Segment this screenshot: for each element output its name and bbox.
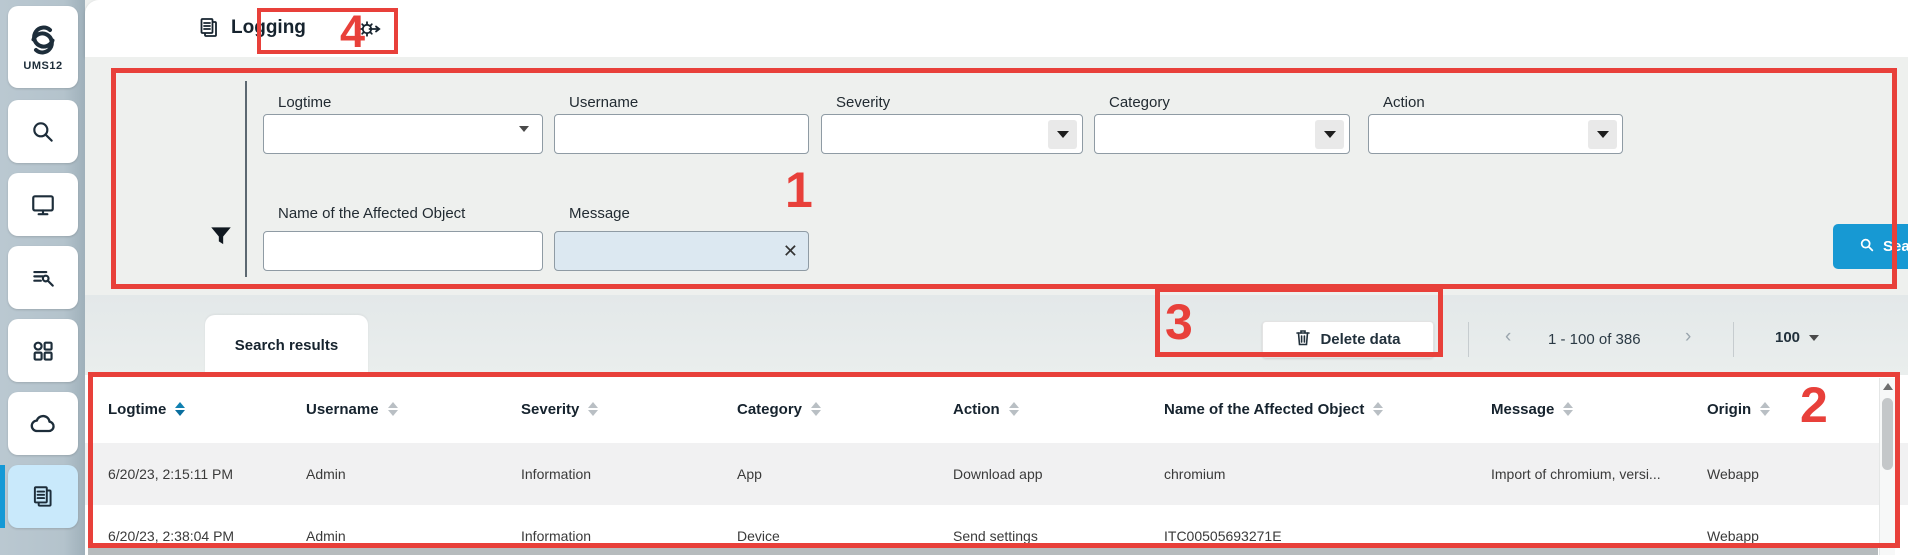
logtime-field[interactable] — [263, 114, 543, 154]
pagination-divider — [1733, 322, 1734, 357]
logo-label: UMS12 — [23, 60, 62, 72]
sidebar-item-devices[interactable] — [8, 173, 78, 236]
affected-object-label: Name of the Affected Object — [278, 205, 465, 222]
username-label: Username — [569, 94, 638, 111]
list-wrench-icon — [30, 265, 56, 291]
sidebar-item-configuration[interactable] — [8, 246, 78, 309]
page-header: Logging — [85, 0, 1908, 57]
tab-label: Search results — [235, 337, 338, 354]
table-row[interactable]: 6/20/23, 2:15:11 PM Admin Information Ap… — [85, 443, 1908, 505]
username-field[interactable] — [554, 114, 809, 154]
page-size-value: 100 — [1775, 329, 1800, 346]
sort-icon — [1760, 402, 1770, 416]
sort-icon — [1009, 402, 1019, 416]
sort-icon — [1563, 402, 1573, 416]
pagination-range: 1 - 100 of 386 — [1548, 331, 1641, 348]
gear-arrow-icon[interactable] — [357, 16, 383, 47]
logtime-label: Logtime — [278, 94, 331, 111]
sidebar-item-logging[interactable] — [8, 465, 78, 528]
action-field[interactable] — [1368, 114, 1623, 154]
table-header-row: Logtime Username Severity Category Actio… — [85, 375, 1908, 443]
scrollbar-thumb[interactable] — [1882, 398, 1893, 470]
chevron-left-icon[interactable]: ‹ — [1505, 327, 1511, 346]
sidebar-item-search[interactable] — [8, 100, 78, 163]
filter-funnel-icon — [208, 223, 234, 254]
chevron-right-icon[interactable]: › — [1685, 327, 1691, 346]
app-logo: UMS12 — [8, 6, 78, 88]
sidebar: UMS12 — [0, 0, 85, 555]
sort-icon — [388, 402, 398, 416]
category-input[interactable] — [1103, 115, 1311, 153]
column-header-origin[interactable]: Origin — [1707, 401, 1878, 418]
cloud-icon — [29, 410, 57, 438]
monitor-icon — [30, 192, 56, 218]
caret-down-icon — [1809, 335, 1819, 341]
pagination-divider — [1468, 322, 1469, 357]
caret-down-icon[interactable] — [519, 132, 529, 150]
filter-divider — [245, 81, 247, 277]
ums-logging-screen: UMS12 — [0, 0, 1908, 555]
sort-icon — [175, 402, 185, 416]
results-table: Logtime Username Severity Category Actio… — [85, 375, 1908, 555]
severity-input[interactable] — [830, 115, 1044, 153]
horizontal-scrollbar[interactable] — [88, 548, 1878, 555]
delete-data-button[interactable]: Delete data — [1262, 321, 1434, 358]
sort-icon — [1373, 402, 1383, 416]
column-header-logtime[interactable]: Logtime — [108, 401, 306, 418]
column-header-affected-object[interactable]: Name of the Affected Object — [1164, 401, 1491, 418]
sidebar-item-cloud[interactable] — [8, 392, 78, 455]
severity-label: Severity — [836, 94, 890, 111]
affected-object-input[interactable] — [272, 232, 504, 270]
sidebar-item-apps[interactable] — [8, 319, 78, 382]
scroll-up-icon[interactable] — [1883, 383, 1893, 390]
column-header-severity[interactable]: Severity — [521, 401, 737, 418]
caret-down-icon[interactable] — [1315, 120, 1344, 149]
action-input[interactable] — [1377, 115, 1584, 153]
page-size-dropdown[interactable]: 100 — [1775, 329, 1819, 346]
logging-title-icon — [197, 16, 221, 45]
results-toolbar: Search results Delete data ‹ 1 - 100 of … — [85, 295, 1908, 375]
column-header-message[interactable]: Message — [1491, 401, 1707, 418]
sort-icon — [811, 402, 821, 416]
severity-field[interactable] — [821, 114, 1083, 154]
category-field[interactable] — [1094, 114, 1350, 154]
search-icon — [1859, 237, 1875, 257]
caret-down-icon[interactable] — [1588, 120, 1617, 149]
logtime-input[interactable] — [272, 115, 504, 153]
caret-down-icon[interactable] — [1048, 120, 1077, 149]
search-button-label: Search — [1883, 238, 1908, 255]
apps-grid-icon — [30, 338, 56, 364]
trash-icon — [1295, 329, 1311, 350]
filter-panel: Logtime Username Severity Category Actio… — [85, 57, 1908, 295]
category-label: Category — [1109, 94, 1170, 111]
active-item-indicator — [0, 465, 5, 528]
column-header-category[interactable]: Category — [737, 401, 953, 418]
search-button[interactable]: Search — [1833, 224, 1908, 269]
page-title: Logging — [231, 17, 306, 39]
message-field[interactable]: ✕ — [554, 231, 809, 271]
vertical-scrollbar[interactable] — [1879, 378, 1895, 555]
clear-icon[interactable]: ✕ — [783, 241, 798, 262]
igel-logo-icon — [26, 23, 60, 57]
tab-search-results[interactable]: Search results — [205, 315, 368, 375]
logging-icon — [30, 484, 56, 510]
column-header-action[interactable]: Action — [953, 401, 1164, 418]
column-header-username[interactable]: Username — [306, 401, 521, 418]
action-label: Action — [1383, 94, 1425, 111]
search-icon — [30, 119, 56, 145]
sort-icon — [588, 402, 598, 416]
affected-object-field[interactable] — [263, 231, 543, 271]
message-label: Message — [569, 205, 630, 222]
message-input[interactable] — [563, 232, 770, 270]
username-input[interactable] — [563, 115, 770, 153]
delete-data-label: Delete data — [1320, 331, 1400, 348]
